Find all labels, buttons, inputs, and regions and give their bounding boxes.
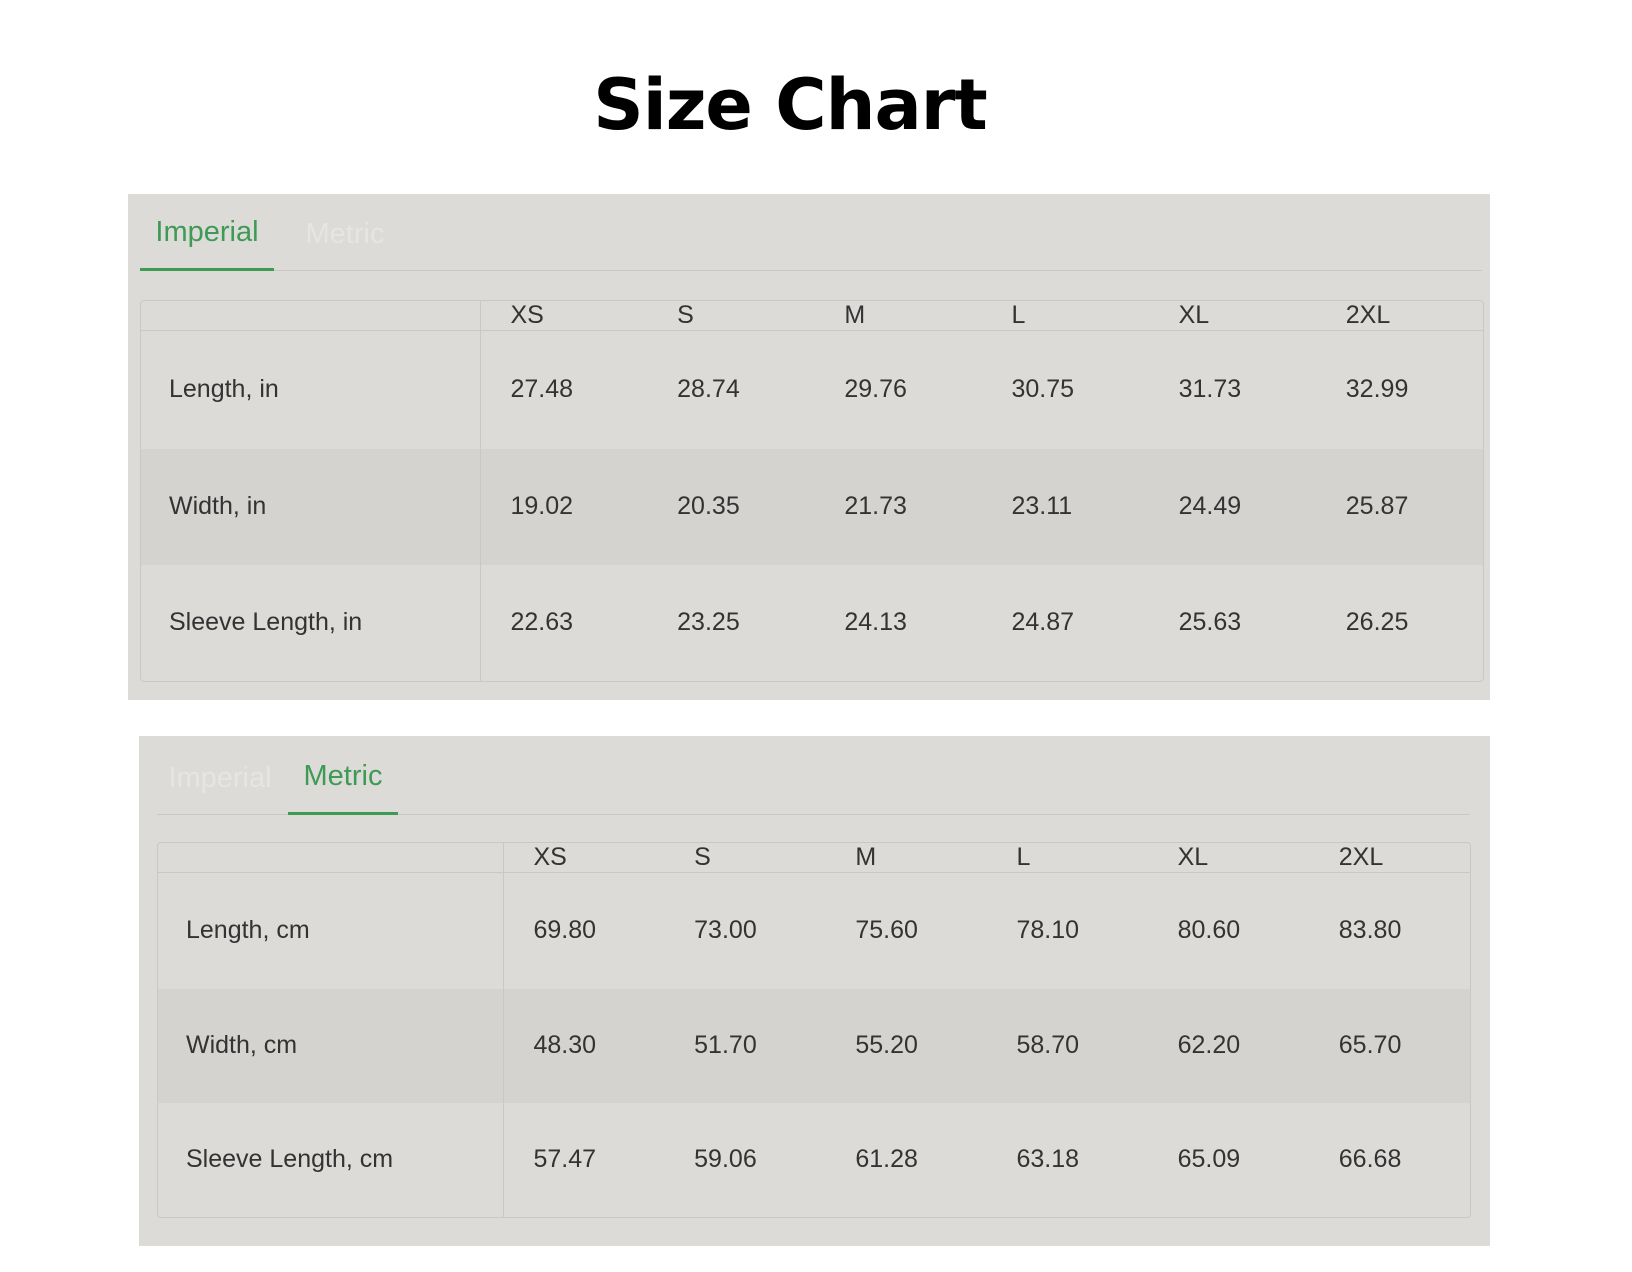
table-cell: 24.13 — [844, 608, 907, 637]
table-header-row: XS S M L XL 2XL — [141, 301, 1483, 331]
header-cell-l: L — [1011, 301, 1026, 329]
header-cell-xl: XL — [1178, 301, 1210, 329]
table-cell: 58.70 — [1016, 1031, 1080, 1060]
row-label: Length, in — [141, 330, 481, 449]
table-cell: 66.68 — [1338, 1145, 1402, 1174]
table-cell: 31.73 — [1178, 375, 1242, 404]
tab-imperial-inactive[interactable]: Imperial — [165, 741, 275, 815]
table-cell: 19.02 — [510, 492, 574, 521]
table-cell: 83.80 — [1338, 916, 1402, 945]
metric-size-table-container: XS S M L XL 2XL Length, cm 69.80 73.00 7… — [157, 842, 1471, 1218]
table-cell: 51.70 — [694, 1031, 757, 1060]
tab-metric[interactable]: Metric — [288, 739, 398, 815]
row-label: Sleeve Length, cm — [158, 1102, 504, 1217]
unit-tabs: Imperial Metric — [157, 736, 1470, 815]
table-cell: 24.87 — [1011, 608, 1075, 637]
table-row: Width, cm 48.30 51.70 55.20 58.70 62.20 … — [158, 988, 1470, 1103]
tab-imperial[interactable]: Imperial — [140, 195, 274, 271]
table-cell: 28.74 — [677, 375, 740, 404]
imperial-size-panel: Imperial Metric XS S M L XL 2XL Length, … — [128, 194, 1490, 700]
table-cell: 32.99 — [1345, 375, 1409, 404]
header-cell-2xl: 2XL — [1338, 843, 1384, 871]
header-cell-xl: XL — [1177, 843, 1209, 871]
row-label: Width, cm — [158, 988, 504, 1103]
page-title: Size Chart — [593, 64, 987, 146]
tab-metric-inactive[interactable]: Metric — [290, 197, 400, 271]
table-cell: 48.30 — [533, 1031, 597, 1060]
row-label: Sleeve Length, in — [141, 564, 481, 681]
table-cell: 26.25 — [1345, 608, 1409, 637]
header-cell-empty — [141, 301, 481, 331]
table-cell: 65.70 — [1338, 1031, 1402, 1060]
header-cell-xs: XS — [533, 843, 567, 871]
table-cell: 57.47 — [533, 1145, 597, 1174]
table-cell: 25.87 — [1345, 492, 1409, 521]
table-cell: 61.28 — [855, 1145, 918, 1174]
metric-size-panel: Imperial Metric XS S M L XL 2XL Length, … — [139, 736, 1490, 1246]
table-cell: 59.06 — [694, 1145, 757, 1174]
table-cell: 23.25 — [677, 608, 740, 637]
table-cell: 55.20 — [855, 1031, 918, 1060]
table-cell: 78.10 — [1016, 916, 1080, 945]
table-row: Length, in 27.48 28.74 29.76 30.75 31.73… — [141, 330, 1483, 449]
row-label: Width, in — [141, 448, 481, 565]
table-row: Sleeve Length, cm 57.47 59.06 61.28 63.1… — [158, 1102, 1470, 1217]
table-cell: 25.63 — [1178, 608, 1242, 637]
header-cell-l: L — [1016, 843, 1031, 871]
imperial-size-table-container: XS S M L XL 2XL Length, in 27.48 28.74 2… — [140, 300, 1484, 682]
header-cell-s: S — [677, 301, 694, 329]
table-cell: 69.80 — [533, 916, 597, 945]
table-cell: 24.49 — [1178, 492, 1242, 521]
table-cell: 62.20 — [1177, 1031, 1241, 1060]
row-label: Length, cm — [158, 872, 504, 989]
metric-size-table: XS S M L XL 2XL Length, cm 69.80 73.00 7… — [158, 843, 1470, 1217]
table-cell: 22.63 — [510, 608, 574, 637]
table-header-row: XS S M L XL 2XL — [158, 843, 1470, 873]
table-cell: 29.76 — [844, 375, 907, 404]
header-cell-m: M — [855, 843, 877, 871]
table-cell: 23.11 — [1011, 492, 1073, 521]
header-cell-2xl: 2XL — [1345, 301, 1391, 329]
table-row: Width, in 19.02 20.35 21.73 23.11 24.49 … — [141, 448, 1483, 565]
table-cell: 27.48 — [510, 375, 574, 404]
table-row: Sleeve Length, in 22.63 23.25 24.13 24.8… — [141, 564, 1483, 681]
header-cell-xs: XS — [510, 301, 544, 329]
table-cell: 21.73 — [844, 492, 907, 521]
header-cell-s: S — [694, 843, 711, 871]
table-cell: 80.60 — [1177, 916, 1241, 945]
table-cell: 30.75 — [1011, 375, 1075, 404]
unit-tabs: Imperial Metric — [140, 194, 1482, 271]
table-cell: 63.18 — [1016, 1145, 1080, 1174]
table-cell: 75.60 — [855, 916, 918, 945]
imperial-size-table: XS S M L XL 2XL Length, in 27.48 28.74 2… — [141, 301, 1483, 681]
header-cell-empty — [158, 843, 504, 873]
header-cell-m: M — [844, 301, 866, 329]
table-row: Length, cm 69.80 73.00 75.60 78.10 80.60… — [158, 872, 1470, 989]
table-cell: 73.00 — [694, 916, 757, 945]
table-cell: 65.09 — [1177, 1145, 1241, 1174]
table-cell: 20.35 — [677, 492, 740, 521]
